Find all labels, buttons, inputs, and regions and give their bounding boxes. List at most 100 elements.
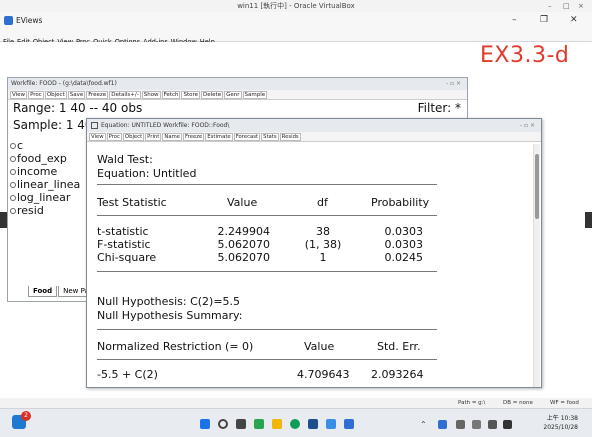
row-df: (1, 38) xyxy=(304,238,342,251)
status-bar: Path = g:\ DB = none WF = food xyxy=(0,398,592,408)
file-explorer-icon[interactable] xyxy=(272,419,282,429)
wf-btn-delete[interactable]: Delete xyxy=(201,91,224,99)
store-icon[interactable] xyxy=(308,419,318,429)
header-probability: Probability xyxy=(371,196,430,209)
restore-button[interactable]: ❐ xyxy=(540,14,548,27)
taskbar: 2 ⌃ 上午 10:38 2025/10/28 xyxy=(0,408,592,437)
workfile-toolbar: View Proc Object Save Freeze Details+/- Show Fe… xyxy=(8,90,467,100)
wf-btn-view[interactable]: View xyxy=(10,91,28,99)
series-item[interactable]: resid xyxy=(10,204,80,217)
vbox-title: win11 [執行中] - Oracle VirtualBox xyxy=(237,2,355,10)
close-button[interactable]: ✕ xyxy=(570,14,578,27)
status-db[interactable]: DB = none xyxy=(503,398,533,408)
status-path[interactable]: Path = g:\ xyxy=(458,398,485,408)
wf-btn-freeze[interactable]: Freeze xyxy=(86,91,109,99)
eq-btn-stats[interactable]: Stats xyxy=(261,133,279,141)
row-value: 2.249904 xyxy=(217,225,271,238)
equation-output: Wald Test: Equation: Untitled Test Stati… xyxy=(88,144,534,387)
status-wf[interactable]: WF = food xyxy=(550,398,579,408)
wf-btn-object[interactable]: Object xyxy=(44,91,67,99)
vbox-close-button[interactable]: × xyxy=(578,0,584,12)
workfile-sample[interactable]: Sample: 1 40 xyxy=(13,119,93,132)
wf-btn-genr[interactable]: Genr xyxy=(224,91,242,99)
wf-btn-sample[interactable]: Sample xyxy=(242,91,268,99)
eq-btn-name[interactable]: Name xyxy=(162,133,182,141)
eq-btn-proc[interactable]: Proc xyxy=(106,133,122,141)
workfile-window-controls[interactable]: - ▫ × xyxy=(446,78,461,90)
app-title: EViews xyxy=(16,16,43,25)
row-stat-label: Chi-square xyxy=(97,251,157,264)
clock[interactable]: 上午 10:38 2025/10/28 xyxy=(543,414,578,432)
vm-side-tab-left[interactable] xyxy=(0,212,7,228)
workfile-range[interactable]: Range: 1 40 -- 40 obs xyxy=(13,102,142,115)
workfile-title: Workfile: FOOD - (g:\data\food.wf1) xyxy=(11,80,117,87)
widgets-app-icon[interactable] xyxy=(254,419,264,429)
header-test-statistic: Test Statistic xyxy=(97,196,167,209)
wf-btn-store[interactable]: Store xyxy=(181,91,201,99)
equation-window-controls[interactable]: - ▫ × xyxy=(520,119,535,132)
equation-scrollbar[interactable] xyxy=(533,144,540,387)
eviews-taskbar-icon[interactable] xyxy=(344,419,354,429)
eq-btn-view[interactable]: View xyxy=(89,133,106,141)
restriction-std-err: 2.093264 xyxy=(371,368,424,381)
app-icon[interactable] xyxy=(326,419,336,429)
row-value: 5.062070 xyxy=(217,251,271,264)
wf-btn-details[interactable]: Details+/- xyxy=(109,91,141,99)
display-icon[interactable] xyxy=(472,420,481,429)
tab-food[interactable]: Food xyxy=(28,286,58,297)
row-value: 5.062070 xyxy=(217,238,271,251)
series-item[interactable]: income xyxy=(10,165,80,178)
battery-icon[interactable] xyxy=(503,420,512,429)
workfile-filter[interactable]: Filter: * xyxy=(418,102,461,115)
edge-icon[interactable] xyxy=(290,419,300,429)
equation-toolbar: View Proc Object Print Name Freeze Estimate For… xyxy=(87,132,541,142)
search-icon[interactable] xyxy=(218,419,228,429)
wf-btn-save[interactable]: Save xyxy=(67,91,86,99)
row-df: 1 xyxy=(319,251,327,264)
wf-btn-proc[interactable]: Proc xyxy=(28,91,44,99)
vm-side-tab-right[interactable] xyxy=(585,212,592,228)
series-icon xyxy=(10,182,16,188)
series-icon xyxy=(10,195,16,201)
series-icon xyxy=(10,156,16,162)
volume-icon[interactable] xyxy=(488,420,497,429)
clock-time: 上午 10:38 xyxy=(546,415,578,422)
table-rule xyxy=(97,271,437,272)
vbox-restore-button[interactable]: □ xyxy=(563,0,570,12)
equation-window[interactable]: Equation: UNTITLED Workfile: FOOD::Food\… xyxy=(86,118,542,388)
row-probability: 0.0245 xyxy=(384,251,424,264)
eq-btn-print[interactable]: Print xyxy=(145,133,162,141)
minimize-button[interactable]: – xyxy=(512,14,517,27)
series-item[interactable]: c xyxy=(10,139,80,152)
wf-btn-show[interactable]: Show xyxy=(141,91,161,99)
header-normalized-restriction: Normalized Restriction (= 0) xyxy=(97,340,254,353)
task-view-icon[interactable] xyxy=(236,419,246,429)
series-icon xyxy=(10,143,16,149)
vbox-minimize-button[interactable]: – xyxy=(548,0,552,12)
eviews-logo-icon xyxy=(4,16,13,25)
row-df: 38 xyxy=(316,225,330,238)
scrollbar-thumb[interactable] xyxy=(535,154,539,219)
clock-date: 2025/10/28 xyxy=(543,424,578,431)
header-value: Value xyxy=(227,196,258,209)
row-probability: 0.0303 xyxy=(384,238,424,251)
series-item[interactable]: linear_linea xyxy=(10,178,80,191)
null-hypothesis: Null Hypothesis: C(2)=5.5 xyxy=(97,295,241,308)
start-icon[interactable] xyxy=(200,419,210,429)
eq-btn-freeze[interactable]: Freeze xyxy=(183,133,205,141)
tray-app-icon[interactable] xyxy=(438,420,447,429)
row-stat-label: t-statistic xyxy=(97,225,149,238)
eq-btn-object[interactable]: Object xyxy=(122,133,145,141)
series-item[interactable]: log_linear xyxy=(10,191,80,204)
row-stat-label: F-statistic xyxy=(97,238,151,251)
eq-btn-estimate[interactable]: Estimate xyxy=(205,133,233,141)
tray-chevron-icon[interactable]: ⌃ xyxy=(420,420,427,429)
network-icon[interactable] xyxy=(456,420,465,429)
wf-btn-fetch[interactable]: Fetch xyxy=(161,91,181,99)
eq-btn-resids[interactable]: Resids xyxy=(279,133,301,141)
equation-label: Equation: Untitled xyxy=(97,167,197,180)
workfile-title-bar[interactable]: Workfile: FOOD - (g:\data\food.wf1) - ▫ … xyxy=(8,78,467,90)
equation-title-bar[interactable]: Equation: UNTITLED Workfile: FOOD::Food\… xyxy=(87,119,541,132)
series-item[interactable]: food_exp xyxy=(10,152,80,165)
eq-btn-forecast[interactable]: Forecast xyxy=(233,133,261,141)
